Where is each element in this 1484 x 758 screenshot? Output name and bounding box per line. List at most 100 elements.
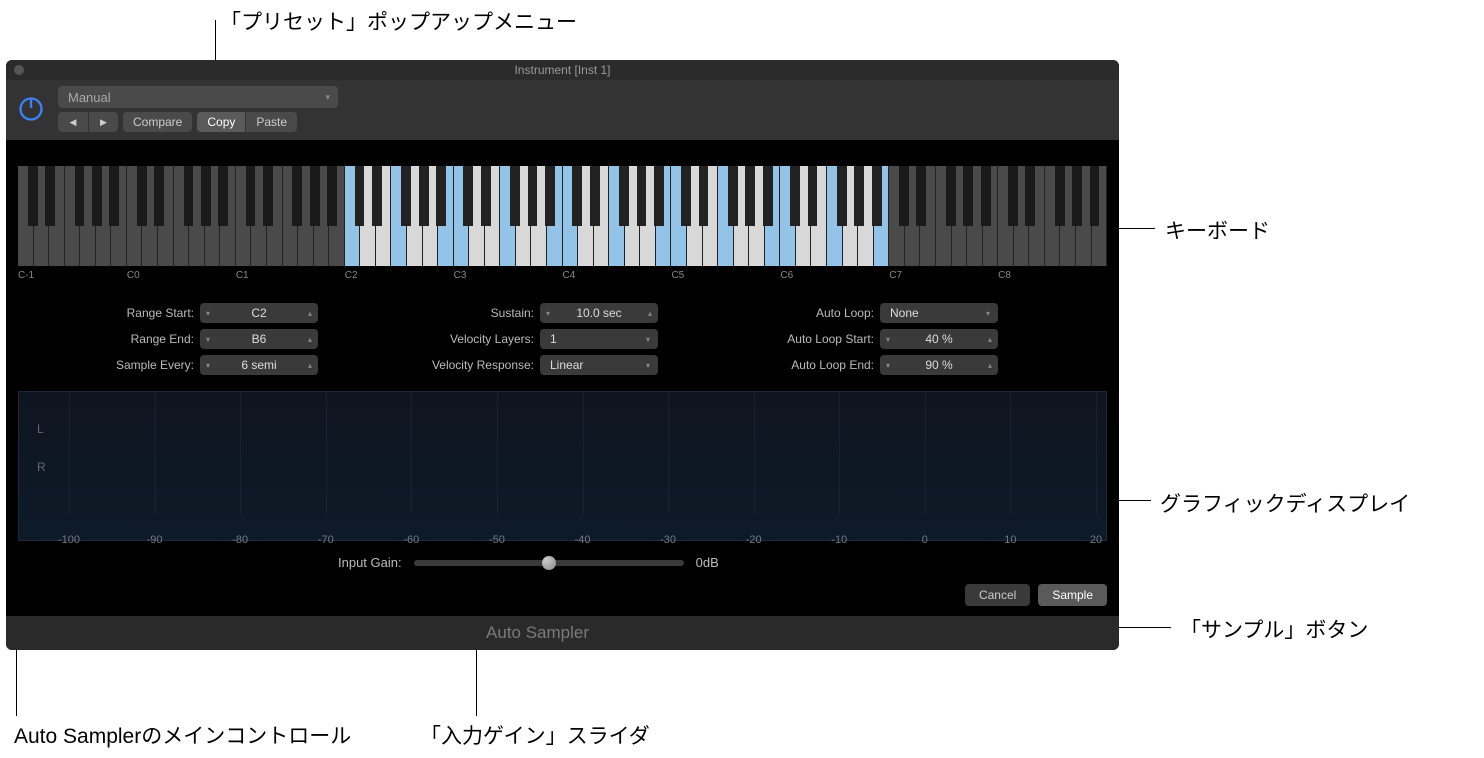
white-key[interactable]	[1045, 166, 1061, 266]
white-key[interactable]	[251, 166, 267, 266]
white-key[interactable]	[34, 166, 50, 266]
white-key[interactable]	[1014, 166, 1030, 266]
white-key[interactable]	[516, 166, 532, 266]
white-key[interactable]	[952, 166, 968, 266]
white-key[interactable]	[407, 166, 423, 266]
white-key[interactable]	[469, 166, 485, 266]
white-key[interactable]	[609, 166, 625, 266]
white-key[interactable]	[329, 166, 345, 266]
vel-layers-select[interactable]: 1	[540, 329, 658, 349]
prev-preset-button[interactable]: ◀	[58, 112, 88, 132]
white-key[interactable]	[205, 166, 221, 266]
white-key[interactable]	[920, 166, 936, 266]
white-key[interactable]	[283, 166, 299, 266]
white-key[interactable]	[578, 166, 594, 266]
white-key[interactable]	[967, 166, 983, 266]
white-key[interactable]	[267, 166, 283, 266]
white-key[interactable]	[174, 166, 190, 266]
white-key[interactable]	[1092, 166, 1108, 266]
white-key[interactable]	[485, 166, 501, 266]
vel-layers-label: Velocity Layers:	[450, 332, 534, 346]
white-key[interactable]	[796, 166, 812, 266]
white-key[interactable]	[625, 166, 641, 266]
slider-thumb[interactable]	[542, 556, 556, 570]
meter-tick: -10	[824, 534, 854, 546]
white-key[interactable]	[671, 166, 687, 266]
white-key[interactable]	[874, 166, 890, 266]
white-key[interactable]	[889, 166, 905, 266]
white-key[interactable]	[936, 166, 952, 266]
white-key[interactable]	[189, 166, 205, 266]
white-key[interactable]	[998, 166, 1014, 266]
white-key[interactable]	[765, 166, 781, 266]
copy-button[interactable]: Copy	[197, 112, 245, 132]
white-key[interactable]	[640, 166, 656, 266]
white-key[interactable]	[127, 166, 143, 266]
white-key[interactable]	[780, 166, 796, 266]
white-key[interactable]	[594, 166, 610, 266]
white-key[interactable]	[142, 166, 158, 266]
sustain-stepper[interactable]: 10.0 sec	[540, 303, 658, 323]
white-key[interactable]	[703, 166, 719, 266]
white-key[interactable]	[96, 166, 112, 266]
plugin-footer: Auto Sampler	[6, 616, 1119, 650]
close-icon[interactable]	[14, 65, 24, 75]
white-key[interactable]	[236, 166, 252, 266]
white-key[interactable]	[314, 166, 330, 266]
compare-button[interactable]: Compare	[123, 112, 192, 132]
white-key[interactable]	[983, 166, 999, 266]
white-key[interactable]	[454, 166, 470, 266]
input-gain-slider[interactable]	[414, 560, 684, 566]
auto-loop-select[interactable]: None	[880, 303, 998, 323]
white-key[interactable]	[858, 166, 874, 266]
white-key[interactable]	[1060, 166, 1076, 266]
white-key[interactable]	[220, 166, 236, 266]
white-key[interactable]	[531, 166, 547, 266]
white-key[interactable]	[111, 166, 127, 266]
white-key[interactable]	[827, 166, 843, 266]
white-key[interactable]	[423, 166, 439, 266]
plugin-header: Manual ◀ ▶ Compare Copy Paste	[6, 80, 1119, 140]
white-key[interactable]	[345, 166, 361, 266]
white-key[interactable]	[500, 166, 516, 266]
white-key[interactable]	[158, 166, 174, 266]
auto-loop-start-stepper[interactable]: 40 %	[880, 329, 998, 349]
vel-response-select[interactable]: Linear	[540, 355, 658, 375]
white-key[interactable]	[687, 166, 703, 266]
preset-popup[interactable]: Manual	[58, 86, 338, 108]
cancel-button[interactable]: Cancel	[965, 584, 1030, 606]
sample-every-stepper[interactable]: 6 semi	[200, 355, 318, 375]
white-key[interactable]	[49, 166, 65, 266]
white-key[interactable]	[718, 166, 734, 266]
white-key[interactable]	[656, 166, 672, 266]
white-key[interactable]	[298, 166, 314, 266]
keyboard[interactable]	[18, 166, 1107, 266]
next-preset-button[interactable]: ▶	[88, 112, 118, 132]
white-key[interactable]	[18, 166, 34, 266]
white-key[interactable]	[1076, 166, 1092, 266]
white-key[interactable]	[749, 166, 765, 266]
paste-button[interactable]: Paste	[245, 112, 297, 132]
titlebar[interactable]: Instrument [Inst 1]	[6, 60, 1119, 80]
white-key[interactable]	[563, 166, 579, 266]
white-key[interactable]	[811, 166, 827, 266]
white-key[interactable]	[547, 166, 563, 266]
level-meter: L R -100-90-80-70-60-50-40-30-20-1001020	[18, 391, 1107, 541]
plugin-body: Sample Note Range C-1C0C1C2C3C4C5C6C7C8 …	[6, 140, 1119, 616]
power-button[interactable]	[14, 92, 48, 126]
white-key[interactable]	[65, 166, 81, 266]
white-key[interactable]	[80, 166, 96, 266]
white-key[interactable]	[376, 166, 392, 266]
auto-loop-end-stepper[interactable]: 90 %	[880, 355, 998, 375]
white-key[interactable]	[1029, 166, 1045, 266]
sample-button[interactable]: Sample	[1038, 584, 1107, 606]
range-start-stepper[interactable]: C2	[200, 303, 318, 323]
white-key[interactable]	[391, 166, 407, 266]
white-key[interactable]	[360, 166, 376, 266]
white-key[interactable]	[438, 166, 454, 266]
white-key[interactable]	[843, 166, 859, 266]
white-key[interactable]	[905, 166, 921, 266]
white-key[interactable]	[734, 166, 750, 266]
range-end-stepper[interactable]: B6	[200, 329, 318, 349]
meter-tick: 20	[1081, 534, 1111, 546]
